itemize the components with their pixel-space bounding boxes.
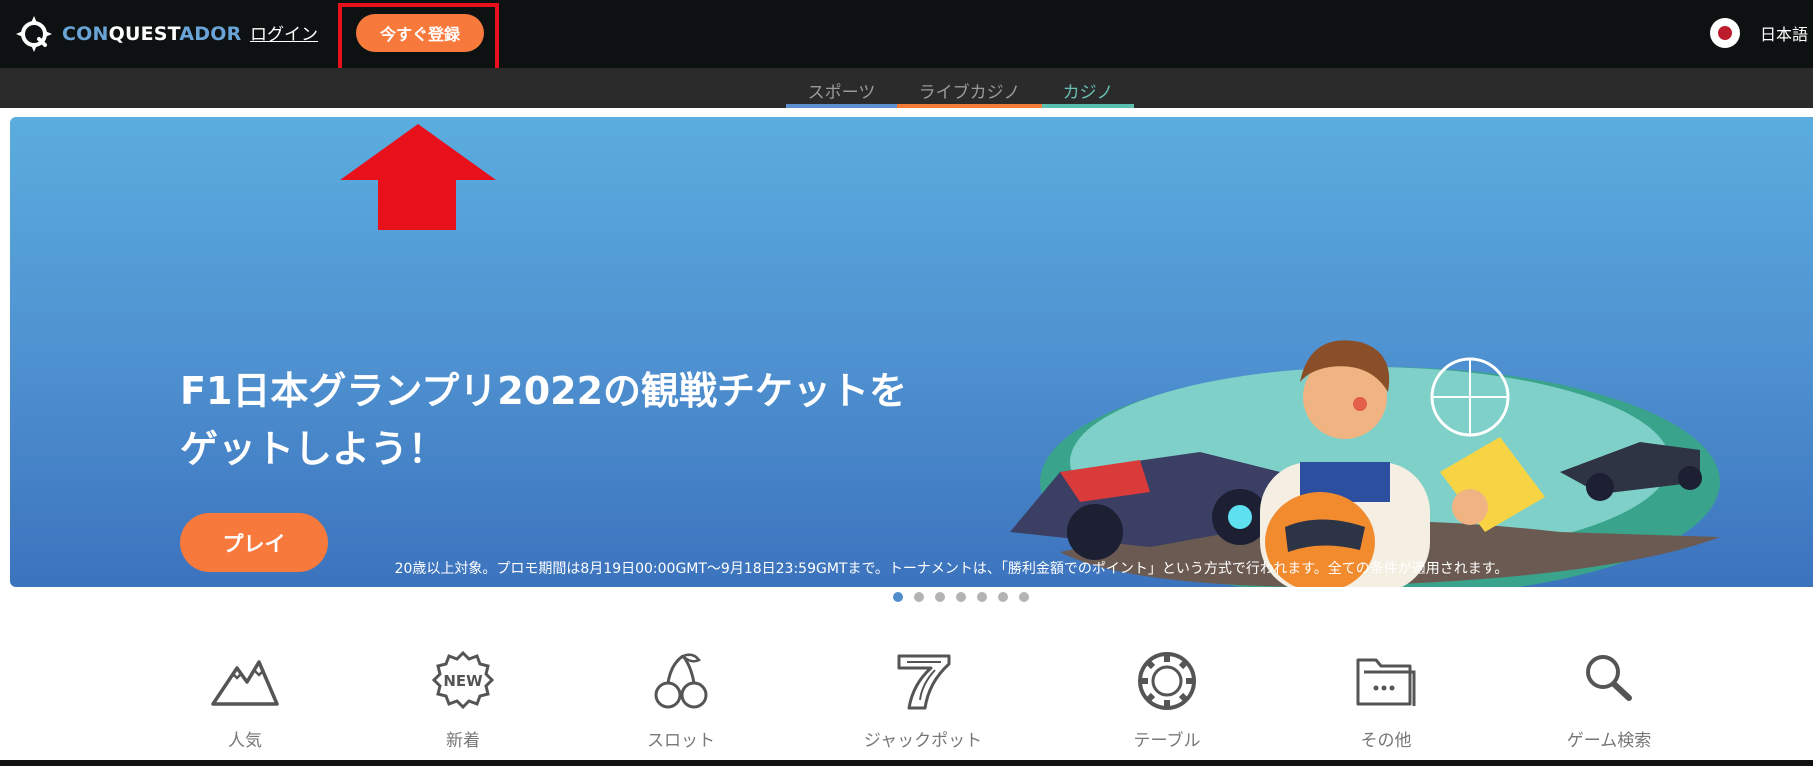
category-table-label: テーブル	[1133, 731, 1201, 751]
category-jackpot[interactable]: ジャックポット	[838, 650, 1008, 755]
category-popular[interactable]: 人気	[160, 650, 330, 755]
category-new[interactable]: NEW 新着	[378, 650, 548, 755]
banner-headline: F1日本グランプリ2022の観戦チケットをゲットしよう！	[180, 369, 908, 471]
category-popular-label: 人気	[228, 731, 262, 751]
tab-live-casino[interactable]: ライブカジノ	[897, 78, 1042, 108]
japan-flag-icon	[1710, 18, 1740, 48]
annotation-arrow-icon	[340, 124, 496, 230]
top-header: CONQUESTADOR ログイン 今すぐ登録 日本語	[0, 0, 1813, 74]
cherry-icon	[654, 653, 708, 709]
carousel-dot-4[interactable]	[956, 592, 966, 602]
category-game-search[interactable]: ゲーム検索	[1524, 650, 1694, 755]
tab-live-casino-underline	[897, 104, 1042, 108]
new-badge-icon: NEW	[431, 650, 495, 710]
category-table[interactable]: テーブル	[1082, 650, 1252, 755]
promo-banner[interactable]: F1日本グランプリ2022の観戦チケットをゲットしよう！ プレイ	[10, 117, 1813, 587]
carousel-dot-7[interactable]	[1019, 592, 1029, 602]
category-slots-label: スロット	[647, 731, 715, 751]
category-jackpot-label: ジャックポット	[863, 731, 983, 751]
category-new-label: 新着	[446, 731, 480, 751]
carousel-dot-3[interactable]	[935, 592, 945, 602]
language-selector[interactable]: 日本語	[1710, 17, 1808, 49]
carousel-dot-2[interactable]	[914, 592, 924, 602]
promo-terms-text: 20歳以上対象。プロモ期間は8月19日00:00GMT～9月18日23:59GM…	[394, 561, 1509, 577]
tab-sports-label: スポーツ	[807, 83, 876, 103]
carousel-dot-1[interactable]	[893, 592, 903, 602]
chip-icon	[1138, 652, 1196, 710]
carousel-dot-5[interactable]	[977, 592, 987, 602]
product-subnav: スポーツ ライブカジノ カジノ	[0, 68, 1813, 108]
conquestador-logo[interactable]: CONQUESTADOR	[14, 14, 241, 54]
svg-text:NEW: NEW	[443, 672, 483, 690]
tab-casino-label: カジノ	[1062, 83, 1114, 103]
folder-icon	[1356, 658, 1416, 706]
f1-racer-illustration	[1010, 340, 1720, 587]
category-game-search-label: ゲーム検索	[1566, 731, 1652, 751]
tab-casino[interactable]: カジノ	[1042, 78, 1134, 108]
search-icon	[1586, 655, 1632, 701]
category-slots[interactable]: スロット	[596, 650, 766, 755]
page: CONQUESTADOR ログイン 今すぐ登録 日本語 スポーツ ライブカジノ …	[0, 0, 1813, 766]
seven-icon	[897, 654, 951, 710]
carousel-dot-6[interactable]	[998, 592, 1008, 602]
tab-sports-underline	[786, 104, 897, 108]
login-link[interactable]: ログイン	[250, 20, 318, 45]
carousel-pagination	[893, 592, 1029, 602]
category-other-label: その他	[1360, 731, 1412, 751]
tab-sports[interactable]: スポーツ	[786, 78, 897, 108]
register-now-button[interactable]: 今すぐ登録	[356, 14, 484, 52]
compass-logo-icon	[16, 16, 52, 52]
tab-casino-underline	[1042, 104, 1134, 108]
mountain-icon	[211, 660, 279, 706]
bottom-edge	[0, 760, 1813, 766]
tab-live-casino-label: ライブカジノ	[918, 83, 1021, 103]
language-label: 日本語	[1760, 25, 1809, 44]
category-other[interactable]: その他	[1301, 650, 1471, 755]
logo-wordmark: CONQUESTADOR	[62, 23, 242, 45]
